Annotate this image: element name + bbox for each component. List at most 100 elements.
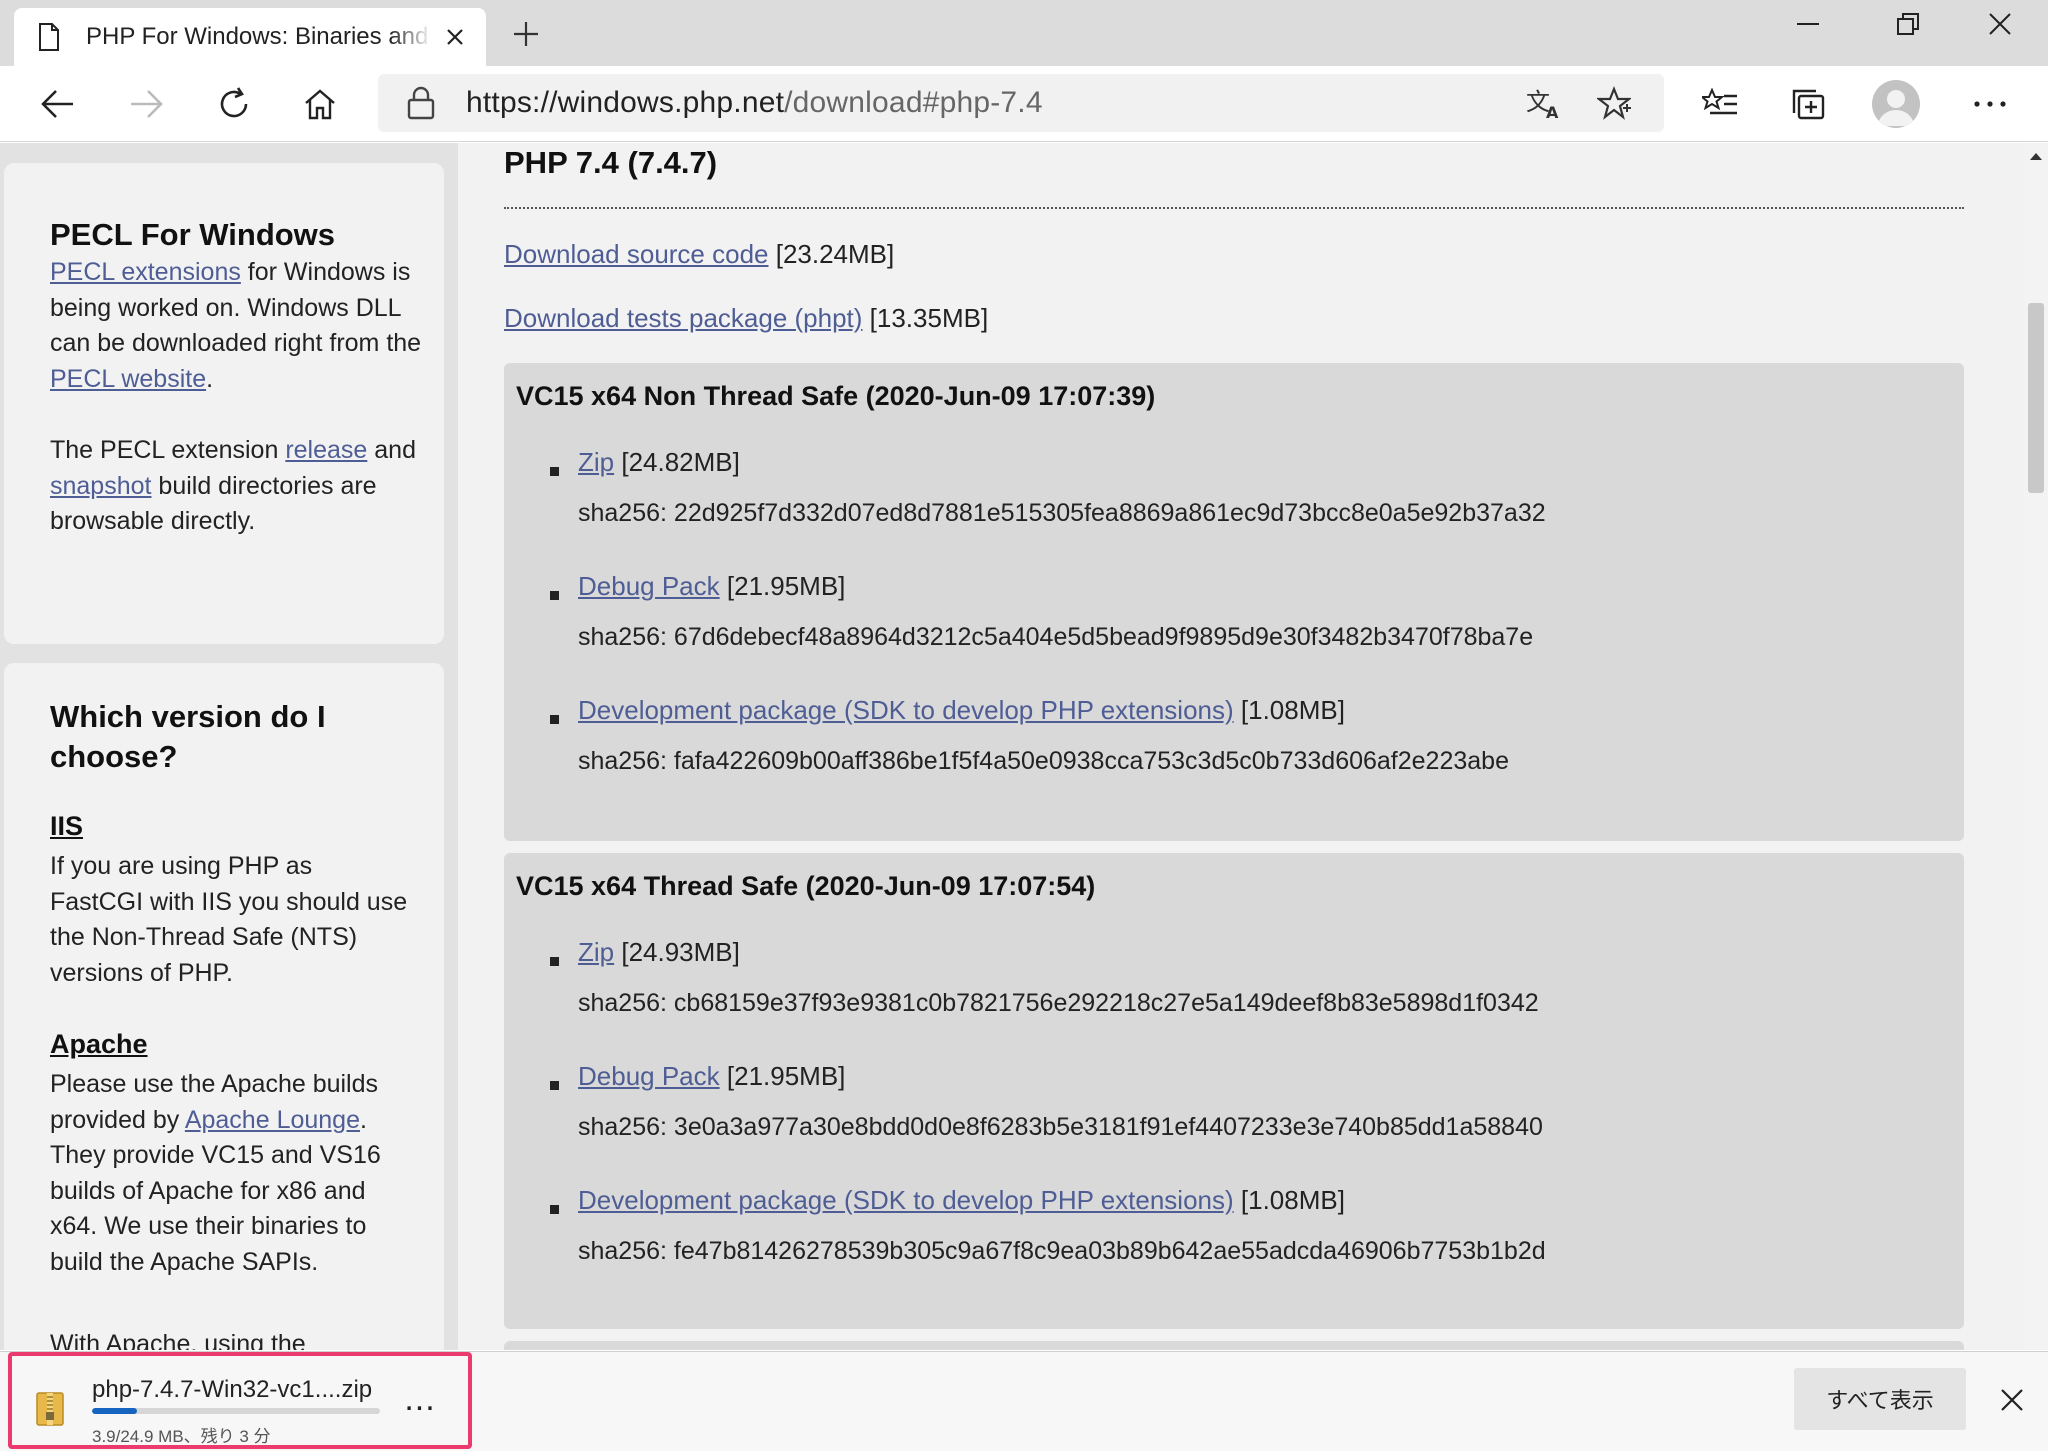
zip-sha: sha256: 22d925f7d332d07ed8d7881e515305fe…: [578, 499, 1546, 527]
pecl-paragraph-2: The PECL extension release and snapshot …: [50, 433, 430, 540]
page-viewport: PECL For Windows PECL extensions for Win…: [0, 143, 2024, 1350]
tab-close-icon[interactable]: [440, 22, 470, 52]
source-size: [23.24MB]: [768, 239, 895, 269]
favorites-list-icon[interactable]: [1696, 80, 1744, 128]
download-progress-bar: [92, 1408, 380, 1414]
download-shelf: php-7.4.7-Win32-vc1....zip 3.9/24.9 MB、残…: [0, 1351, 2048, 1451]
dev-package-size: [1.08MB]: [1233, 1185, 1345, 1215]
browser-tab[interactable]: PHP For Windows: Binaries and sources: [14, 8, 486, 66]
pecl-heading: PECL For Windows: [50, 217, 336, 252]
close-shelf-icon[interactable]: [1988, 1376, 2036, 1424]
dev-package-line: Development package (SDK to develop PHP …: [578, 1185, 1345, 1216]
translate-icon[interactable]: 文A: [1524, 83, 1564, 123]
tests-download-line: Download tests package (phpt) [13.35MB]: [504, 303, 988, 334]
url-host: https://windows.php.net: [466, 86, 785, 119]
zip-size: [24.93MB]: [614, 937, 740, 967]
dev-package-link[interactable]: Development package (SDK to develop PHP …: [578, 1185, 1234, 1215]
show-all-button[interactable]: すべて表示: [1794, 1368, 1966, 1430]
download-tests-link[interactable]: Download tests package (phpt): [504, 303, 862, 333]
lock-icon[interactable]: [406, 86, 436, 120]
debug-pack-size: [21.95MB]: [719, 571, 846, 601]
pecl-panel: PECL For Windows PECL extensions for Win…: [4, 163, 444, 644]
zip-line: Zip [24.93MB]: [578, 937, 740, 968]
sidebar: PECL For Windows PECL extensions for Win…: [0, 143, 458, 1350]
apache-heading: Apache: [50, 1029, 148, 1059]
zip-line: Zip [24.82MB]: [578, 447, 740, 478]
favorite-star-icon[interactable]: [1594, 83, 1634, 123]
zip-size: [24.82MB]: [614, 447, 740, 477]
debug-pack-sha: sha256: 67d6debecf48a8964d3212c5a404e5d5…: [578, 623, 1534, 651]
bullet: [550, 591, 559, 600]
download-item[interactable]: php-7.4.7-Win32-vc1....zip 3.9/24.9 MB、残…: [8, 1352, 472, 1449]
pecl-text-4: and: [367, 436, 416, 464]
apache-text-3: With Apache, using the: [50, 1330, 306, 1350]
bullet: [550, 957, 559, 966]
apache-text: Please use the Apache builds provided by…: [50, 1067, 412, 1280]
download-source-link[interactable]: Download source code: [504, 239, 769, 269]
more-menu-icon[interactable]: [1966, 80, 2014, 128]
pecl-paragraph-1: PECL extensions for Windows is being wor…: [50, 255, 430, 397]
which-version-heading: Which version do I choose?: [50, 699, 326, 774]
zip-file-icon: [36, 1392, 64, 1426]
tab-strip: PHP For Windows: Binaries and sources: [0, 0, 2048, 66]
zip-link[interactable]: Zip: [578, 937, 614, 967]
new-tab-icon[interactable]: [508, 16, 544, 52]
zip-link[interactable]: Zip: [578, 447, 614, 477]
build-title: VC15 x64 Thread Safe (2020-Jun-09 17:07:…: [516, 871, 1096, 901]
dev-package-line: Development package (SDK to develop PHP …: [578, 695, 1345, 726]
download-more-button[interactable]: ...: [400, 1382, 440, 1424]
restore-icon[interactable]: [1878, 0, 1938, 48]
snapshot-link[interactable]: snapshot: [50, 472, 151, 500]
scroll-up-arrow-icon[interactable]: [2024, 151, 2048, 167]
build-box-next: [504, 1341, 1964, 1350]
which-version-panel: Which version do I choose? IIS If you ar…: [4, 663, 444, 1350]
build-title: VC15 x64 Non Thread Safe (2020-Jun-09 17…: [516, 381, 1156, 411]
scrollbar-thumb[interactable]: [2028, 303, 2044, 493]
pecl-website-link[interactable]: PECL website: [50, 365, 206, 393]
debug-pack-link[interactable]: Debug Pack: [578, 571, 720, 601]
minimize-icon[interactable]: [1778, 0, 1838, 48]
bullet: [550, 1081, 559, 1090]
download-status: 3.9/24.9 MB、残り 3 分: [92, 1427, 271, 1446]
pecl-text-3: The PECL extension: [50, 436, 286, 464]
pecl-extensions-link[interactable]: PECL extensions: [50, 258, 241, 286]
tests-size: [13.35MB]: [862, 303, 989, 333]
build-box-ts: VC15 x64 Thread Safe (2020-Jun-09 17:07:…: [504, 853, 1964, 1329]
download-progress-fill: [92, 1408, 138, 1414]
iis-text: If you are using PHP as FastCGI with IIS…: [50, 852, 408, 987]
refresh-icon[interactable]: [210, 80, 258, 128]
back-icon[interactable]: [34, 80, 82, 128]
bullet: [550, 715, 559, 724]
close-window-icon[interactable]: [1970, 0, 2030, 48]
address-bar[interactable]: https://windows.php.net/download#php-7.4…: [378, 74, 1664, 132]
debug-pack-link[interactable]: Debug Pack: [578, 1061, 720, 1091]
tab-title: PHP For Windows: Binaries and sources: [86, 23, 432, 50]
dev-package-link[interactable]: Development package (SDK to develop PHP …: [578, 695, 1234, 725]
forward-icon[interactable]: [122, 80, 170, 128]
build-box-nts: VC15 x64 Non Thread Safe (2020-Jun-09 17…: [504, 363, 1964, 841]
dev-package-sha: sha256: fe47b81426278539b305c9a67f8c9ea0…: [578, 1237, 1546, 1265]
home-icon[interactable]: [296, 80, 344, 128]
version-heading: PHP 7.4 (7.4.7): [504, 145, 718, 180]
dev-package-sha: sha256: fafa422609b00aff386be1f5f4a50e09…: [578, 747, 1509, 775]
debug-pack-size: [21.95MB]: [719, 1061, 846, 1091]
divider: [504, 207, 1964, 209]
debug-pack-sha: sha256: 3e0a3a977a30e8bdd0d0e8f6283b5e31…: [578, 1113, 1543, 1141]
bullet: [550, 467, 559, 476]
pecl-text-2: .: [206, 364, 214, 393]
release-link[interactable]: release: [285, 436, 367, 464]
apache-lounge-link[interactable]: Apache Lounge: [185, 1106, 360, 1134]
svg-text:A: A: [1546, 103, 1559, 120]
page-icon: [39, 23, 59, 51]
url-path: /download#php-7.4: [784, 86, 1043, 119]
vertical-scrollbar[interactable]: [2024, 143, 2048, 1350]
profile-avatar[interactable]: [1872, 80, 1920, 128]
iis-heading: IIS: [50, 811, 84, 841]
browser-toolbar: https://windows.php.net/download#php-7.4…: [0, 66, 2048, 142]
download-filename: php-7.4.7-Win32-vc1....zip: [92, 1376, 373, 1403]
zip-sha: sha256: cb68159e37f93e9381c0b7821756e292…: [578, 989, 1539, 1017]
url-text[interactable]: https://windows.php.net/download#php-7.4: [466, 86, 1524, 120]
dev-package-size: [1.08MB]: [1233, 695, 1345, 725]
debug-pack-line: Debug Pack [21.95MB]: [578, 1061, 845, 1092]
collections-icon[interactable]: [1784, 80, 1832, 128]
